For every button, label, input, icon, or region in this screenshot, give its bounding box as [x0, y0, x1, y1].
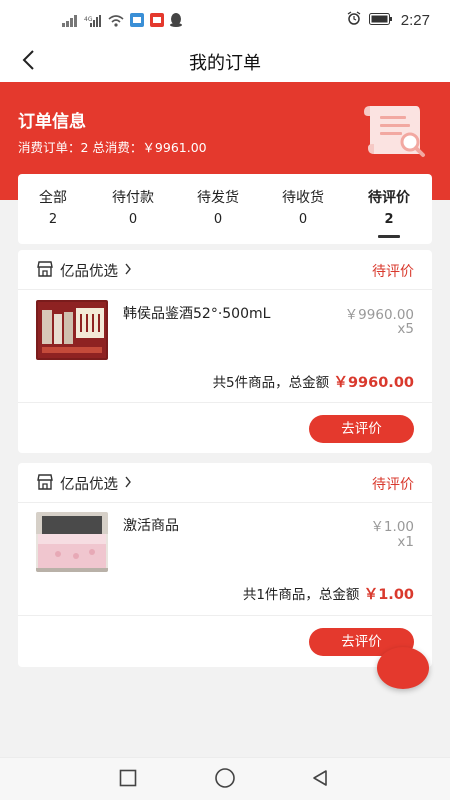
home-button[interactable]	[213, 768, 237, 792]
alarm-icon	[347, 11, 361, 29]
tab-count: 2	[384, 212, 394, 227]
shop-name: 亿品优选	[60, 264, 118, 280]
scroll-search-icon	[360, 100, 432, 166]
order-status: 待评价	[372, 477, 414, 493]
status-icons-right: 2:27	[347, 11, 430, 29]
product-price: ￥9960.00	[344, 307, 414, 323]
tab-count: 0	[128, 212, 138, 227]
app-notification-icon	[150, 12, 164, 31]
tab-label: 待评价	[368, 190, 410, 206]
qq-icon	[170, 12, 182, 31]
battery-icon	[368, 12, 393, 29]
order-card: 亿品优选 待评价 韩侯品鉴酒52°·500mL ￥9960.00 x5 共5件商…	[18, 250, 432, 453]
tab-label: 全部	[39, 190, 67, 206]
shop-name: 亿品优选	[60, 477, 118, 493]
order-total: 共5件商品，总金额 ￥9960.00	[213, 371, 414, 392]
tab-pending-payment[interactable]: 待付款 0	[98, 174, 168, 244]
order-total-amount: ￥9960.00	[333, 375, 414, 391]
product-price: ￥1.00	[370, 519, 414, 535]
tab-pending-review[interactable]: 待评价 2	[354, 174, 424, 244]
divider	[18, 615, 432, 616]
back-icon	[311, 769, 329, 791]
product-quantity: x5	[397, 321, 414, 337]
tab-pending-shipment[interactable]: 待发货 0	[183, 174, 253, 244]
system-back-button[interactable]	[308, 768, 332, 792]
recent-apps-icon	[119, 769, 137, 791]
tab-count: 0	[298, 212, 308, 227]
order-summary: 消费订单：2 总消费：￥9961.00	[18, 140, 207, 155]
tab-count: 0	[213, 212, 223, 227]
app-notification-icon	[130, 12, 144, 31]
page-title: 我的订单	[189, 53, 261, 74]
tab-label: 待付款	[112, 190, 154, 206]
tab-label: 待收货	[282, 190, 324, 206]
chevron-right-icon	[124, 476, 132, 492]
svg-text:4G: 4G	[84, 16, 93, 23]
order-card-header: 亿品优选 待评价	[18, 463, 432, 503]
status-icons-left: 4G	[62, 12, 182, 31]
shop-link[interactable]: 亿品优选	[36, 473, 132, 494]
order-status: 待评价	[372, 264, 414, 280]
signal-icon	[62, 12, 78, 31]
signal-4g-icon: 4G	[84, 12, 102, 31]
home-icon	[214, 767, 236, 793]
order-total: 共1件商品，总金额 ￥1.00	[243, 583, 414, 604]
floating-action-button[interactable]	[377, 647, 429, 689]
order-total-label: 共1件商品，总金额	[242, 587, 360, 603]
tab-count: 2	[48, 212, 58, 227]
clock-time: 2:27	[400, 11, 430, 29]
store-icon	[36, 260, 54, 281]
product-quantity: x1	[397, 534, 414, 550]
product-name: 激活商品	[123, 518, 179, 534]
tab-label: 待发货	[197, 190, 239, 206]
order-status-tabs: 全部 2 待付款 0 待发货 0 待收货 0 待评价 2	[18, 174, 432, 244]
order-card-header: 亿品优选 待评价	[18, 250, 432, 290]
order-info-title: 订单信息	[18, 112, 86, 132]
product-name: 韩侯品鉴酒52°·500mL	[123, 306, 271, 322]
shop-link[interactable]: 亿品优选	[36, 260, 132, 281]
tab-all[interactable]: 全部 2	[18, 174, 88, 244]
order-card: 亿品优选 待评价 激活商品 ￥1.00 x1 共1件商品，总金额 ￥1.00 去…	[18, 463, 432, 667]
active-tab-indicator	[378, 235, 400, 238]
status-bar: 4G 2:27	[0, 0, 450, 42]
wifi-icon	[108, 12, 124, 31]
store-icon	[36, 473, 54, 494]
nav-bar: 我的订单	[0, 42, 450, 82]
tab-pending-receipt[interactable]: 待收货 0	[268, 174, 338, 244]
order-total-label: 共5件商品，总金额	[212, 375, 330, 391]
product-thumbnail[interactable]	[36, 512, 108, 572]
recent-apps-button[interactable]	[116, 768, 140, 792]
chevron-right-icon	[124, 263, 132, 279]
review-button[interactable]: 去评价	[309, 415, 414, 443]
order-total-amount: ￥1.00	[363, 587, 414, 603]
system-nav-bar	[0, 757, 450, 800]
divider	[18, 402, 432, 403]
product-thumbnail[interactable]	[36, 300, 108, 360]
